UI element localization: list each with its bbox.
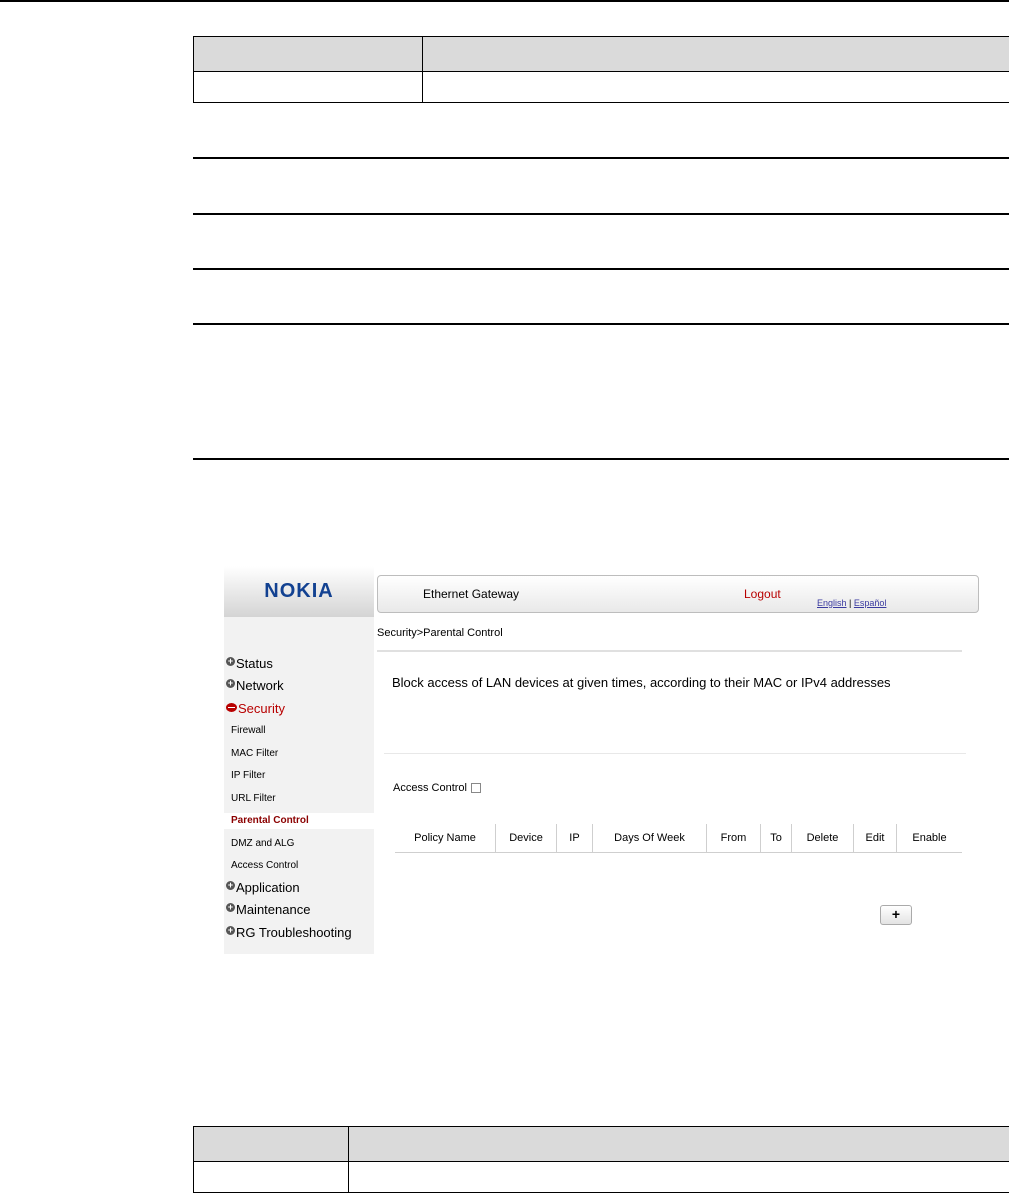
sidebar-item-label: Status xyxy=(236,655,273,673)
plus-icon: + xyxy=(226,881,235,890)
sidebar-item-network[interactable]: + Network xyxy=(226,677,284,695)
page-description: Block access of LAN devices at given tim… xyxy=(392,672,912,693)
add-policy-button[interactable]: + xyxy=(880,905,912,925)
col-to: To xyxy=(761,824,792,853)
doc-rule xyxy=(193,458,1009,460)
sidebar-item-label: RG Troubleshooting xyxy=(236,924,352,942)
sidebar-item-security[interactable]: Security xyxy=(226,700,285,718)
sidebar: NOKIA + Status + Network Security Firewa… xyxy=(224,566,374,954)
lang-separator: | xyxy=(849,598,851,608)
minus-icon xyxy=(226,703,237,712)
breadcrumb: Security>Parental Control xyxy=(377,627,503,639)
doc-rule xyxy=(193,323,1009,325)
sidebar-item-application[interactable]: + Application xyxy=(226,879,300,897)
sidebar-item-label: Maintenance xyxy=(236,901,310,919)
gateway-title: Ethernet Gateway xyxy=(423,587,519,601)
plus-icon: + xyxy=(226,903,235,912)
sidebar-subitem-parental-control[interactable]: Parental Control xyxy=(224,813,374,829)
sidebar-item-status[interactable]: + Status xyxy=(226,655,273,673)
sidebar-subitem-mac-filter[interactable]: MAC Filter xyxy=(231,746,278,762)
lang-espanol-link[interactable]: Español xyxy=(854,598,887,608)
table-header-row xyxy=(194,37,1009,72)
nokia-logo: NOKIA xyxy=(224,580,374,603)
doc-table-top xyxy=(193,36,1009,103)
sidebar-subitem-firewall[interactable]: Firewall xyxy=(231,723,265,739)
sidebar-subitem-dmz-alg[interactable]: DMZ and ALG xyxy=(231,836,294,852)
col-edit: Edit xyxy=(854,824,897,853)
col-policy-name: Policy Name xyxy=(395,824,496,853)
doc-rule xyxy=(193,157,1009,159)
logo-area: NOKIA xyxy=(224,566,374,617)
plus-icon: + xyxy=(226,679,235,688)
sidebar-subitem-access-control[interactable]: Access Control xyxy=(231,858,298,874)
col-enable: Enable xyxy=(897,824,963,853)
sidebar-item-label: Network xyxy=(236,677,284,695)
access-control-row: Access Control xyxy=(393,782,481,794)
divider xyxy=(377,650,962,652)
table-header-row xyxy=(194,1127,1009,1162)
plus-icon: + xyxy=(226,657,235,666)
plus-icon: + xyxy=(226,926,235,935)
access-control-label: Access Control xyxy=(393,782,467,794)
sidebar-subitem-url-filter[interactable]: URL Filter xyxy=(231,791,276,807)
policy-table: Policy Name Device IP Days Of Week From … xyxy=(395,824,962,853)
sidebar-item-label: Security xyxy=(238,700,285,718)
col-days-of-week: Days Of Week xyxy=(593,824,707,853)
col-device: Device xyxy=(496,824,557,853)
doc-rule xyxy=(193,213,1009,215)
divider xyxy=(384,753,966,754)
doc-rule xyxy=(193,268,1009,270)
logout-link[interactable]: Logout xyxy=(744,587,781,601)
lang-english-link[interactable]: English xyxy=(817,598,847,608)
doc-table-bottom xyxy=(193,1126,1009,1193)
page-top-rule xyxy=(0,0,1009,2)
sidebar-item-rg-troubleshooting[interactable]: + RG Troubleshooting xyxy=(226,924,352,942)
policy-table-header: Policy Name Device IP Days Of Week From … xyxy=(395,824,962,853)
col-from: From xyxy=(707,824,761,853)
header-bar: Ethernet Gateway Logout English | Españo… xyxy=(377,575,979,613)
col-delete: Delete xyxy=(792,824,854,853)
sidebar-item-maintenance[interactable]: + Maintenance xyxy=(226,901,310,919)
parental-control-screenshot: NOKIA + Status + Network Security Firewa… xyxy=(224,566,984,954)
language-switcher: English | Español xyxy=(817,598,886,608)
access-control-checkbox[interactable] xyxy=(471,783,481,793)
sidebar-subitem-ip-filter[interactable]: IP Filter xyxy=(231,768,265,784)
table-row xyxy=(194,72,1009,103)
sidebar-item-label: Application xyxy=(236,879,300,897)
table-row xyxy=(194,1162,1009,1193)
col-ip: IP xyxy=(557,824,593,853)
